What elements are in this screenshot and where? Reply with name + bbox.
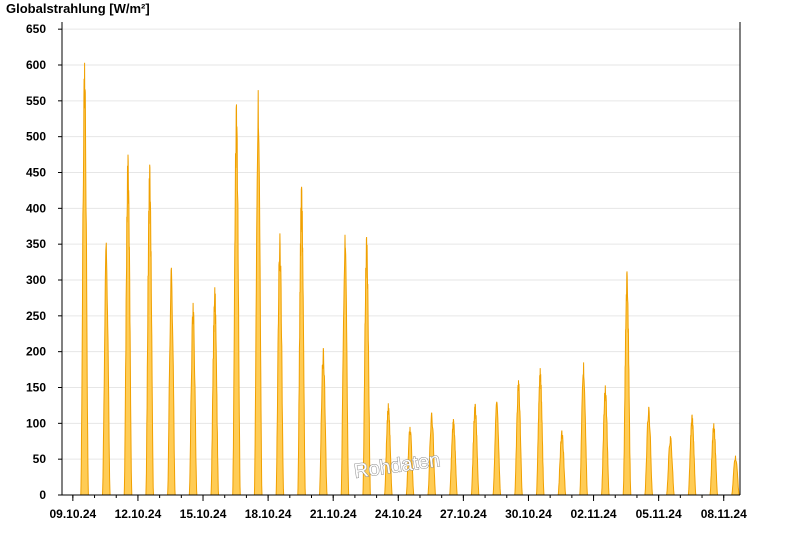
day-area-2024-10-11 xyxy=(123,154,133,496)
area-layer xyxy=(80,62,741,496)
day-area-2024-11-06 xyxy=(687,414,697,496)
y-tick-label: 500 xyxy=(26,130,46,144)
day-area-2024-10-17 xyxy=(253,90,263,496)
day-area-2024-10-15 xyxy=(210,287,220,496)
day-area-2024-10-18 xyxy=(275,233,285,496)
day-area-2024-10-22 xyxy=(362,236,371,496)
y-tick-label: 0 xyxy=(39,488,46,502)
grid-layer xyxy=(62,28,740,460)
day-area-2024-10-12 xyxy=(145,164,155,496)
day-area-2024-11-03 xyxy=(622,271,632,496)
x-tick-label: 09.10.24 xyxy=(49,507,96,521)
day-area-2024-10-29 xyxy=(514,380,523,496)
x-tick-label: 21.10.24 xyxy=(310,507,357,521)
x-tick-label: 27.10.24 xyxy=(440,507,487,521)
day-area-2024-10-27 xyxy=(470,403,480,496)
radiation-chart: 0 50 100 150 200 250 300 350 400 450 500 550 600 650 0… xyxy=(26,22,747,521)
x-tick-label: 30.10.24 xyxy=(505,507,552,521)
day-area-2024-10-09 xyxy=(80,62,89,496)
day-area-2024-10-31 xyxy=(557,430,567,496)
x-tick-label: 18.10.24 xyxy=(245,507,292,521)
y-tick-label: 400 xyxy=(26,201,46,215)
y-tick-label: 150 xyxy=(26,381,46,395)
day-area-2024-10-28 xyxy=(492,401,502,496)
day-area-2024-10-14 xyxy=(188,302,198,496)
day-area-2024-10-26 xyxy=(448,418,458,496)
x-tick-label: 08.11.24 xyxy=(701,507,747,521)
y-tick-label: 450 xyxy=(26,166,46,180)
y-tick-label: 50 xyxy=(33,452,47,466)
day-area-2024-11-04 xyxy=(644,406,654,496)
x-tick-label: 24.10.24 xyxy=(375,507,422,521)
x-tick-label: 12.10.24 xyxy=(115,507,162,521)
y-tick-label: 100 xyxy=(26,416,46,430)
day-area-2024-11-01 xyxy=(579,362,588,496)
day-area-2024-10-19 xyxy=(297,186,306,496)
day-area-2024-10-16 xyxy=(232,104,241,496)
day-area-2024-10-23 xyxy=(383,403,393,496)
y-tick-label: 250 xyxy=(26,309,46,323)
y-tick-label: 650 xyxy=(26,22,46,36)
y-tick-label: 600 xyxy=(26,58,46,72)
y-tick-label: 200 xyxy=(26,345,46,359)
day-area-2024-10-21 xyxy=(340,234,350,496)
y-tick-label: 300 xyxy=(26,273,46,287)
day-area-2024-10-10 xyxy=(101,242,111,496)
x-tick-label: 02.11.24 xyxy=(571,507,617,521)
y-tick-label: 550 xyxy=(26,94,46,108)
day-area-2024-11-08 xyxy=(731,455,741,496)
x-tick-label: 15.10.24 xyxy=(180,507,227,521)
y-tick-label: 350 xyxy=(26,237,46,251)
day-area-2024-11-02 xyxy=(600,385,610,496)
x-tick-label: 05.11.24 xyxy=(636,507,682,521)
day-area-2024-10-20 xyxy=(318,348,328,496)
day-area-2024-11-05 xyxy=(666,436,675,496)
day-area-2024-10-13 xyxy=(167,267,176,496)
